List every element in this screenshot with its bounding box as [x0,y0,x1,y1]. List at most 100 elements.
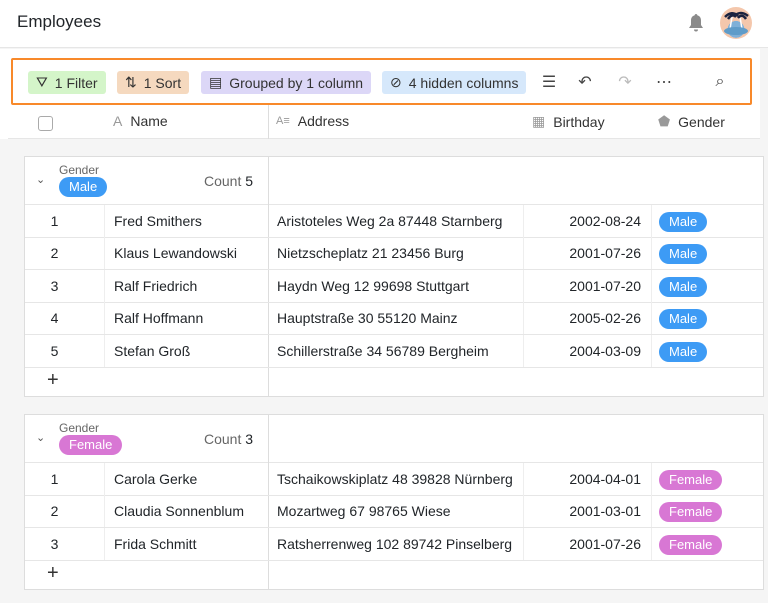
address-cell[interactable]: Ratsherrenweg 102 89742 Pinselberg [269,528,523,560]
add-row-button[interactable]: + [25,560,763,591]
gender-cell[interactable]: Male [651,237,761,270]
address-cell[interactable]: Schillerstraße 34 56789 Bergheim [269,335,523,367]
column-name[interactable]: A Name [113,113,168,129]
gender-cell[interactable]: Male [651,205,761,237]
app-header: Employees [0,0,768,48]
table-row[interactable]: 3 Frida Schmitt Ratsherrenweg 102 89742 … [25,527,763,561]
column-gender[interactable]: ⬟ Gender [658,113,725,130]
gender-badge: Female [659,534,723,555]
bell-icon[interactable] [687,13,705,33]
hidden-columns-label: 4 hidden columns [408,74,519,91]
column-label: Birthday [553,113,605,130]
group-button[interactable]: ▤ Grouped by 1 column [201,71,372,94]
plus-icon: + [47,369,59,391]
filter-button[interactable]: ⛛ 1 Filter [28,71,106,94]
address-cell[interactable]: Mozartweg 67 98765 Wiese [269,495,523,527]
row-number: 5 [50,342,59,359]
row-number: 4 [50,310,59,327]
gender-cell[interactable]: Male [651,302,761,335]
search-icon[interactable]: ⌕ [710,72,730,92]
chevron-down-icon[interactable]: ⌄ [36,431,45,444]
add-row-button[interactable]: + [25,367,763,398]
name-cell[interactable]: Klaus Lewandowski [104,237,269,270]
birthday-cell[interactable]: 2002-08-24 [523,205,651,237]
address-cell[interactable]: Aristoteles Weg 2a 87448 Starnberg [269,205,523,237]
hidden-columns-button[interactable]: ⊘ 4 hidden columns [382,71,527,94]
gender-cell[interactable]: Female [651,527,761,560]
table-row[interactable]: 1 Carola Gerke Tschaikowskiplatz 48 3982… [25,463,763,496]
birthday-cell[interactable]: 2001-07-26 [523,527,651,560]
row-number: 1 [50,213,59,229]
address-cell[interactable]: Tschaikowskiplatz 48 39828 Nürnberg [269,463,523,495]
address-cell[interactable]: Hauptstraße 30 55120 Mainz [269,302,523,334]
table-row[interactable]: 1 Fred Smithers Aristoteles Weg 2a 87448… [25,205,763,238]
row-number: 1 [50,471,59,487]
birthday-cell[interactable]: 2005-02-26 [523,302,651,335]
table-row[interactable]: 2 Klaus Lewandowski Nietzscheplatz 21 23… [25,237,763,271]
address-cell[interactable]: Nietzscheplatz 21 23456 Burg [269,237,523,269]
redo-icon[interactable]: ↷ [615,72,635,92]
row-number: 2 [50,245,59,262]
column-label: Address [297,113,350,129]
table-row[interactable]: 3 Ralf Friedrich Haydn Weg 12 99698 Stut… [25,269,763,303]
row-number: 2 [50,503,59,520]
row-height-icon[interactable]: ☰ [539,72,559,92]
more-icon[interactable]: ⋯ [654,72,674,92]
sort-icon: ⇅ [125,74,137,90]
name-cell[interactable]: Carola Gerke [104,463,269,495]
name-cell[interactable]: Frida Schmitt [104,527,269,560]
sort-label: 1 Sort [143,74,182,91]
birthday-cell[interactable]: 2001-07-20 [523,269,651,302]
name-cell[interactable]: Fred Smithers [104,205,269,237]
group-field-label: Gender [59,163,100,177]
long-text-column-icon: A≡ [276,115,290,127]
birthday-cell[interactable]: 2004-04-01 [523,463,651,495]
plus-icon: + [47,562,59,585]
table-row[interactable]: 5 Stefan Groß Schillerstraße 34 56789 Be… [25,334,763,368]
column-divider [268,105,269,139]
text-column-icon: A [113,113,123,129]
undo-icon[interactable]: ↶ [575,72,595,92]
name-cell[interactable]: Stefan Groß [104,334,269,367]
birthday-cell[interactable]: 2004-03-09 [523,334,651,367]
table-row[interactable]: 4 Ralf Hoffmann Hauptstraße 30 55120 Mai… [25,302,763,336]
name-cell[interactable]: Ralf Friedrich [104,269,269,302]
column-birthday[interactable]: ▦ Birthday [532,113,605,130]
group-field-label: Gender [59,421,100,435]
gender-cell[interactable]: Female [651,495,761,528]
chevron-down-icon[interactable]: ⌄ [36,173,45,186]
sort-button[interactable]: ⇅ 1 Sort [117,71,190,94]
gender-badge: Male [659,276,708,297]
select-all-checkbox[interactable] [38,116,53,131]
gender-badge: Female [659,470,723,490]
address-cell[interactable]: Haydn Weg 12 99698 Stuttgart [269,270,523,302]
user-avatar[interactable] [720,7,752,39]
view-toolbar: ⛛ 1 Filter ⇅ 1 Sort ▤ Grouped by 1 column ⊘… [11,58,752,105]
gender-badge: Male [659,244,708,265]
name-cell[interactable]: Ralf Hoffmann [104,302,269,335]
table-row[interactable]: 2 Claudia Sonnenblum Mozartweg 67 98765 … [25,495,763,529]
birthday-cell[interactable]: 2001-03-01 [523,495,651,528]
calendar-icon: ▦ [532,113,546,129]
filter-icon: ⛛ [36,74,48,90]
column-address[interactable]: A≡ Address [276,113,349,129]
gender-badge: Female [659,502,723,523]
gender-cell[interactable]: Male [651,269,761,302]
gender-cell[interactable]: Female [651,463,761,495]
gender-badge: Male [659,309,708,330]
group-count: Count 5 [204,173,253,189]
column-label: Name [130,113,168,129]
group-value-badge: Male [59,177,108,197]
single-select-icon: ⬟ [658,113,671,129]
column-label: Gender [678,113,725,130]
eye-slash-icon: ⊘ [390,74,402,90]
group-header: ⌄ Gender Female Count 3 [25,415,763,463]
row-number: 3 [50,535,59,552]
gender-cell[interactable]: Male [651,334,761,367]
row-number: 3 [50,277,59,294]
birthday-cell[interactable]: 2001-07-26 [523,237,651,270]
group-count: Count 3 [204,431,253,447]
name-cell[interactable]: Claudia Sonnenblum [104,495,269,528]
count-label: Count [204,173,242,189]
group-value-badge: Female [59,435,123,455]
